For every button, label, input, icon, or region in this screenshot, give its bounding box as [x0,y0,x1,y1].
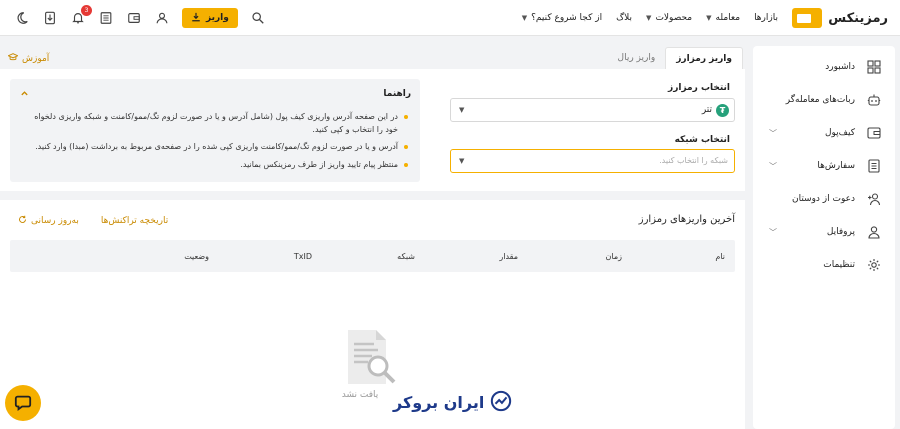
sidebar-item-trading-bots[interactable]: ربات‌های معامله‌گر [753,89,895,111]
guide-title: راهنما [383,89,411,99]
sidebar-item-label: ربات‌های معامله‌گر [785,95,855,105]
wallet-icon [867,126,881,140]
nav-label: بازارها [754,13,778,23]
graduation-cap-icon [7,52,19,65]
sidebar-item-wallet[interactable]: کیف‌پول ﹀ [753,122,895,144]
dark-mode-icon[interactable] [14,10,30,26]
brand-logo[interactable]: رمزینکس [792,8,888,28]
support-chat-button[interactable] [5,385,41,421]
wallet-header-icon[interactable] [126,10,142,26]
history-links: تاریخچه تراکنش‌ها به‌روز رسانی [18,215,168,227]
guide-list: در این صفحه آدرس واریزی کیف پول (شامل آد… [23,111,408,176]
column-header: مقدار [499,252,518,261]
column-header: زمان [605,252,622,261]
search-icon[interactable] [250,10,266,26]
orders-icon [867,159,881,173]
sidebar-item-label: کیف‌پول [824,128,855,138]
watermark: ایران بروکر [393,390,512,415]
deposit-button-label: واریز [206,13,229,23]
sidebar-item-dashboard[interactable]: داشبورد [753,56,895,78]
recent-deposits-title: آخرین واریزهای رمزارز [638,214,735,225]
table-header: نام زمان مقدار شبکه TxID وضعیت [10,240,735,272]
chevron-down-icon: ▼ [646,14,652,22]
deposit-button[interactable]: واریز [182,8,238,28]
empty-state-text: یافت نشد [341,390,379,400]
sidebar-item-settings[interactable]: تنظیمات [753,254,895,276]
column-header: وضعیت [184,252,209,261]
nav-label: معامله [715,13,741,23]
orders-list-icon[interactable] [98,10,114,26]
nav-item-blog[interactable]: بلاگ [616,13,632,23]
sidebar-item-invite-friends[interactable]: دعوت از دوستان [753,188,895,210]
tab-rial-deposit[interactable]: واریز ریال [608,47,666,69]
sidebar: داشبورد ربات‌های معامله‌گر کیف‌پول ﹀ سفا… [753,46,895,429]
link-label: تاریخچه تراکنش‌ها [100,216,169,226]
notifications-icon[interactable]: 3 [70,5,92,26]
refresh-link[interactable]: به‌روز رسانی [18,215,79,227]
nav-item-markets[interactable]: بازارها [754,13,778,23]
sidebar-item-label: تنظیمات [823,260,855,270]
refresh-icon [18,215,27,227]
notification-badge: 3 [81,5,92,16]
user-icon [867,225,881,239]
chevron-up-icon[interactable] [20,89,29,100]
chevron-down-icon: ﹀ [769,227,777,237]
download-icon [191,12,201,25]
guide-item: آدرس و یا در صورت لزوم تگ/ممو/کامنت واری… [23,141,408,154]
sidebar-item-label: پروفایل [826,227,855,237]
network-select[interactable]: شبکه را انتخاب کنید. ▼ [450,149,735,173]
network-select-placeholder: شبکه را انتخاب کنید. [659,156,728,165]
nav-label: از کجا شروع کنیم؟ [531,13,603,23]
guide-item: در این صفحه آدرس واریزی کیف پول (شامل آد… [23,111,408,136]
chevron-down-icon: ▼ [521,14,528,22]
tab-crypto-deposit[interactable]: واریز رمزارز [665,47,743,69]
logo-mark-icon [792,8,823,28]
download-app-icon[interactable] [42,10,58,26]
learn-link[interactable]: آموزش [7,52,50,65]
sidebar-item-profile[interactable]: پروفایل ﹀ [753,221,895,243]
nav-item-trade[interactable]: معامله ▼ [706,13,740,23]
chat-icon [14,393,32,414]
top-bar: رمزینکس بازارها معامله ▼ محصولات ▼ بلاگ از… [0,0,900,36]
chevron-down-icon: ﹀ [769,161,777,171]
invite-icon [867,192,881,206]
chevron-down-icon: ﹀ [769,128,777,138]
sidebar-item-label: داشبورد [825,62,855,72]
column-header: TxID [293,252,312,261]
link-label: به‌روز رسانی [31,216,79,226]
column-header: شبکه [397,252,415,261]
guide-item: منتظر پیام تایید واریز از طرف رمزینکس بم… [23,159,408,172]
grid-icon [867,60,881,74]
watermark-text: ایران بروکر [393,393,485,412]
nav-label: بلاگ [616,13,633,23]
deposit-tabs: واریز رمزارز واریز ریال [608,47,743,69]
transaction-history-link[interactable]: تاریخچه تراکنش‌ها [101,215,168,227]
brand-name: رمزینکس [828,10,888,26]
main-nav: بازارها معامله ▼ محصولات ▼ بلاگ از کجا شرو… [522,0,778,36]
network-select-label: انتخاب شبکه [674,135,730,145]
coin-select-value: تتر [701,105,712,115]
header-tools: 3 واریز [14,0,266,36]
nav-label: محصولات [655,13,693,23]
nav-item-products[interactable]: محصولات ▼ [646,13,692,23]
chevron-down-icon: ▼ [706,14,712,22]
sidebar-item-label: سفارش‌ها [817,161,855,171]
nav-item-getting-started[interactable]: از کجا شروع کنیم؟ ▼ [522,13,602,23]
chevron-down-icon: ▼ [459,106,465,114]
user-account-icon[interactable] [154,10,170,26]
coin-select-label: انتخاب رمزارز [668,83,730,93]
learn-label: آموزش [22,53,50,64]
guide-panel: راهنما در این صفحه آدرس واریزی کیف پول (… [10,79,420,182]
tether-icon: ₮ [716,104,729,117]
column-header: نام [715,252,725,261]
coin-select[interactable]: ₮ تتر ▼ [450,98,735,122]
chevron-down-icon: ▼ [459,157,465,165]
sidebar-item-orders[interactable]: سفارش‌ها ﹀ [753,155,895,177]
sidebar-item-label: دعوت از دوستان [791,194,855,204]
robot-icon [867,93,881,107]
chart-trend-icon [490,390,512,415]
gear-icon [867,258,881,272]
